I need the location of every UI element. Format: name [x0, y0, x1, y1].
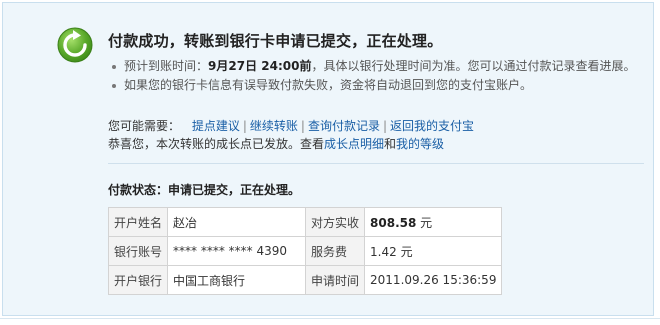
bank-account-label: 银行账号 [107, 236, 169, 266]
separator: | [242, 119, 247, 133]
amount-unit: 元 [416, 215, 433, 230]
apply-time-value: 2011.09.26 15:36:59 [364, 265, 503, 295]
success-refresh-icon [57, 27, 93, 63]
account-name-label: 开户姓名 [107, 207, 169, 237]
info-notes: 预计到账时间：9月27日 24:00前，具体以银行处理时间为准。您可以通过付款记… [112, 57, 635, 95]
payment-status: 付款状态：申请已提交，正在处理。 [108, 183, 301, 197]
growth-points-note: 恭喜您，本次转账的成长点已发放。查看成长点明细和我的等级 [108, 135, 444, 152]
bank-name-value: 中国工商银行 [167, 265, 307, 295]
account-name-value: 赵冶 [167, 207, 307, 237]
eta-note: 预计到账时间：9月27日 24:00前，具体以银行处理时间为准。您可以通过付款记… [112, 57, 635, 76]
page-title: 付款成功，转账到银行卡申请已提交，正在处理。 [108, 32, 443, 50]
actions-lead: 您可能需要： [108, 119, 181, 133]
my-level-link[interactable]: 我的等级 [396, 137, 444, 151]
growth-text: 恭喜您，本次转账的成长点已发放。查看 [108, 137, 325, 151]
table-row: 银行账号 **** **** **** 4390 服务费 1.42 元 [107, 236, 503, 266]
suggested-actions: 您可能需要： 提点建议 | 继续转账 | 查询付款记录 | 返回我的支付宝 [108, 117, 474, 134]
service-fee-label: 服务费 [305, 236, 366, 266]
payment-details-table: 开户姓名 赵冶 对方实收 808.58 元 银行账号 **** **** ***… [107, 207, 503, 295]
eta-prefix: 预计到账时间： [124, 59, 209, 73]
growth-detail-link[interactable]: 成长点明细 [324, 137, 384, 151]
refund-note: 如果您的银行卡信息有误导致付款失败，资金将自动退回到您的支付宝账户。 [112, 76, 635, 95]
section-divider [108, 163, 644, 164]
back-to-alipay-link[interactable]: 返回我的支付宝 [390, 119, 474, 133]
separator: | [300, 119, 305, 133]
table-row: 开户银行 中国工商银行 申请时间 2011.09.26 15:36:59 [107, 265, 503, 295]
payment-records-link[interactable]: 查询付款记录 [308, 119, 380, 133]
feedback-link[interactable]: 提点建议 [192, 119, 240, 133]
bank-name-label: 开户银行 [107, 265, 169, 295]
separator: | [382, 119, 388, 133]
growth-and: 和 [384, 137, 397, 151]
eta-value: 9月27日 24:00前 [208, 59, 312, 73]
continue-transfer-link[interactable]: 继续转账 [250, 119, 298, 133]
apply-time-label: 申请时间 [305, 265, 366, 295]
table-row: 开户姓名 赵冶 对方实收 808.58 元 [107, 207, 503, 237]
panel-bottom-divider [0, 318, 660, 319]
eta-suffix: ，具体以银行处理时间为准。您可以通过付款记录查看进展。 [311, 59, 636, 73]
received-amount-label: 对方实收 [305, 207, 366, 237]
amount-number: 808.58 [370, 215, 417, 230]
bank-account-value: **** **** **** 4390 [167, 236, 307, 266]
received-amount-value: 808.58 元 [364, 207, 503, 237]
service-fee-value: 1.42 元 [364, 236, 503, 266]
